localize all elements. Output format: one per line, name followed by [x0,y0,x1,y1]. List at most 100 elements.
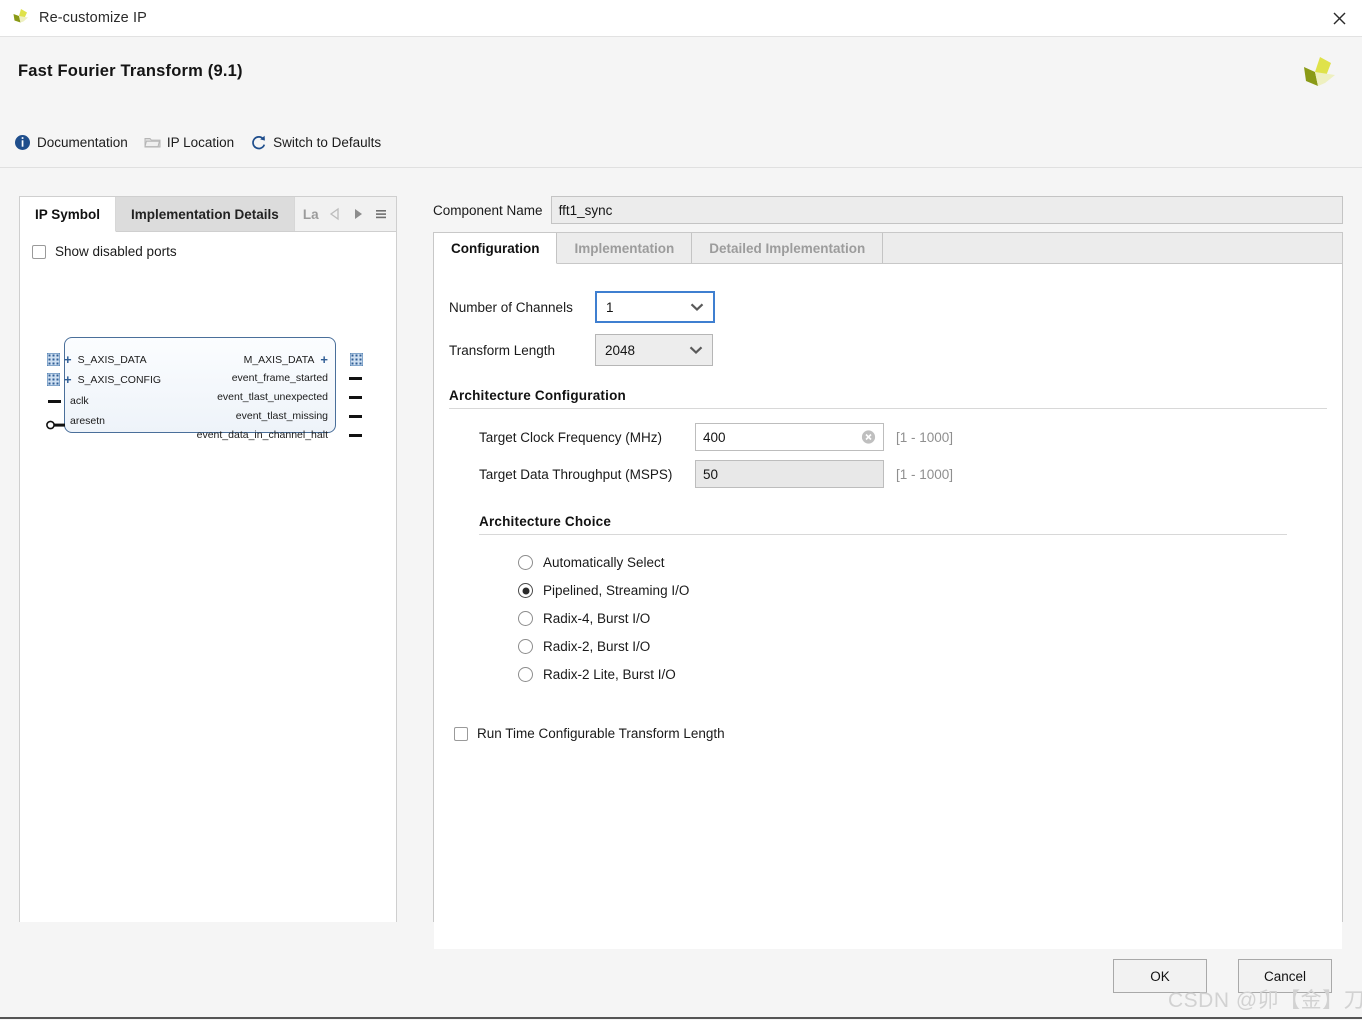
signal-connector-icon [349,434,362,437]
documentation-link[interactable]: Documentation [14,130,128,154]
documentation-label: Documentation [37,135,128,150]
configuration-tab-container: Configuration Implementation Detailed Im… [433,232,1343,922]
expand-plus-icon[interactable]: + [64,353,72,366]
folder-icon [144,134,161,151]
inverted-connector-icon [46,418,65,433]
tabbar-filler [883,233,1342,263]
left-panel-tab-navigation [328,197,396,231]
expand-plus-icon[interactable]: + [64,373,72,386]
radio-radix-2-burst-io-label: Radix-2, Burst I/O [543,639,650,654]
architecture-choice-radio-group: Automatically Select Pipelined, Streamin… [518,555,1342,682]
port-m-axis-data: M_AXIS_DATA + [244,353,328,366]
target-data-throughput-range: [1 - 1000] [896,467,953,482]
tab-implementation-details-label: Implementation Details [131,207,279,222]
target-data-throughput-value: 50 [703,467,718,482]
tab-configuration[interactable]: Configuration [434,233,557,264]
show-disabled-ports-checkbox[interactable] [32,245,46,259]
clear-circle-icon[interactable] [861,430,876,445]
section-divider [449,408,1327,409]
architecture-configuration-section: Architecture Configuration [449,388,1327,409]
tab-detailed-implementation[interactable]: Detailed Implementation [692,233,883,263]
port-s-axis-data: + S_AXIS_DATA [64,353,147,366]
number-of-channels-label: Number of Channels [449,300,595,315]
radio-button[interactable] [518,667,533,682]
target-data-throughput-row: Target Data Throughput (MSPS) 50 [1 - 10… [479,460,1342,488]
transform-length-row: Transform Length 2048 [449,334,1342,366]
info-icon [14,134,31,151]
port-s-axis-config: + S_AXIS_CONFIG [64,373,161,386]
tab-implementation[interactable]: Implementation [557,233,692,263]
port-m-axis-data-label: M_AXIS_DATA [244,354,315,366]
radio-pipelined-streaming-io[interactable]: Pipelined, Streaming I/O [518,583,1342,598]
watermark: CSDN @卯【金】刀 [1168,984,1362,1014]
tab-list-menu-icon[interactable] [374,207,388,221]
clock-connector-icon [48,400,61,403]
prev-arrow-icon[interactable] [328,207,342,221]
tab-implementation-label: Implementation [574,241,674,256]
window-title: Re-customize IP [39,10,147,26]
radio-button[interactable] [518,555,533,570]
expand-plus-icon[interactable]: + [320,353,328,366]
radio-automatically-select-label: Automatically Select [543,555,665,570]
tab-ip-symbol[interactable]: IP Symbol [20,197,116,232]
architecture-configuration-title: Architecture Configuration [449,388,1327,403]
number-of-channels-select[interactable]: 1 [595,291,715,323]
component-name-input[interactable]: fft1_sync [551,196,1343,224]
header-divider [0,167,1362,168]
radio-radix-4-burst-io-label: Radix-4, Burst I/O [543,611,650,626]
section-divider [479,534,1287,535]
run-time-configurable-row[interactable]: Run Time Configurable Transform Length [434,695,1342,741]
bottom-edge [0,1017,1362,1019]
port-s-axis-config-label: S_AXIS_CONFIG [78,374,161,386]
target-clock-frequency-row: Target Clock Frequency (MHz) 400 [1 - 10… [479,423,1342,451]
bus-connector-icon [350,353,363,366]
run-time-configurable-label: Run Time Configurable Transform Length [477,726,725,741]
radio-radix-2-burst-io[interactable]: Radix-2, Burst I/O [518,639,1342,654]
ip-location-label: IP Location [167,135,234,150]
configuration-panel: Component Name fft1_sync Configuration I… [433,196,1343,922]
component-name-row: Component Name fft1_sync [433,196,1343,224]
radio-radix-4-burst-io[interactable]: Radix-4, Burst I/O [518,611,1342,626]
radio-radix-2-lite-burst-io-label: Radix-2 Lite, Burst I/O [543,667,676,682]
target-clock-frequency-input[interactable]: 400 [695,423,884,451]
radio-automatically-select[interactable]: Automatically Select [518,555,1342,570]
radio-radix-2-lite-burst-io[interactable]: Radix-2 Lite, Burst I/O [518,667,1342,682]
ip-location-link[interactable]: IP Location [144,130,234,154]
tab-latency-clipped[interactable]: La [295,197,323,231]
signal-connector-icon [349,415,362,418]
close-button[interactable] [1316,0,1362,36]
tab-ip-symbol-label: IP Symbol [35,207,100,222]
switch-to-defaults-link[interactable]: Switch to Defaults [250,130,381,154]
ip-symbol-panel: IP Symbol Implementation Details La [19,196,397,922]
show-disabled-ports-row[interactable]: Show disabled ports [20,232,396,259]
chevron-down-icon [689,343,703,358]
chevron-down-icon [690,300,704,315]
radio-button[interactable] [518,611,533,626]
brand-logo-icon [1296,52,1342,98]
page-title: Fast Fourier Transform (9.1) [18,62,243,81]
signal-connector-icon [349,377,362,380]
close-icon [1331,10,1348,27]
target-clock-frequency-label: Target Clock Frequency (MHz) [479,430,695,445]
ip-symbol-diagram: + S_AXIS_DATA + S_AXIS_CONFIG aclk arese… [44,331,366,441]
radio-button[interactable] [518,583,533,598]
port-event-tlast-missing-label: event_tlast_missing [236,410,328,422]
port-aclk-label: aclk [70,395,89,407]
radio-button[interactable] [518,639,533,654]
next-arrow-icon[interactable] [351,207,365,221]
target-clock-frequency-value: 400 [703,430,726,445]
radio-pipelined-streaming-io-label: Pipelined, Streaming I/O [543,583,689,598]
architecture-choice-title: Architecture Choice [479,514,1287,529]
configuration-content: Number of Channels 1 Transform Length 20… [434,291,1342,949]
number-of-channels-value: 1 [606,300,614,315]
transform-length-select[interactable]: 2048 [595,334,713,366]
run-time-configurable-checkbox[interactable] [454,727,468,741]
re-customize-ip-dialog: Re-customize IP Fast Fourier Transform (… [0,0,1362,1020]
transform-length-label: Transform Length [449,343,595,358]
tab-implementation-details[interactable]: Implementation Details [116,197,295,231]
xilinx-pinwheel-icon [10,7,32,29]
target-clock-frequency-range: [1 - 1000] [896,430,953,445]
port-aresetn-label: aresetn [70,415,105,427]
component-name-label: Component Name [433,203,543,218]
port-event-data-in-channel-halt-label: event_data_in_channel_halt [197,429,328,441]
